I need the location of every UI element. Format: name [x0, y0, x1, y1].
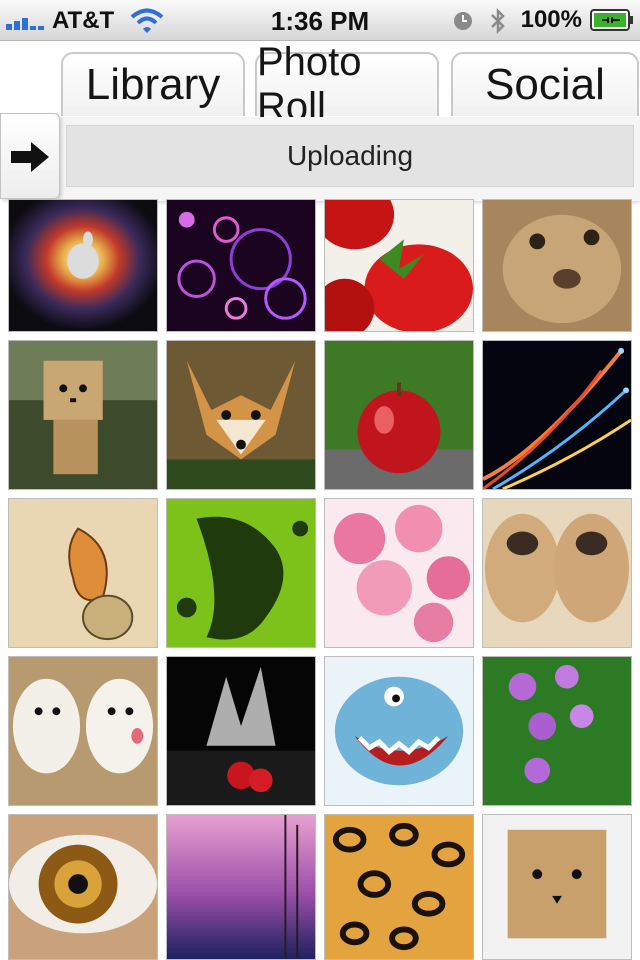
fox-photo-icon: [167, 341, 315, 489]
upload-banner: Uploading: [60, 117, 640, 201]
expand-upload-button[interactable]: [0, 113, 60, 199]
strawberry-photo-icon: [325, 200, 473, 331]
photo-thumbnail[interactable]: [166, 814, 316, 960]
cardboard-robot-photo-icon: [9, 341, 157, 489]
purple-flowers-photo-icon: [483, 657, 631, 805]
upload-status-bar: Uploading: [0, 113, 640, 201]
photo-thumbnail[interactable]: [482, 656, 632, 806]
leaf-drawing-photo-icon: [9, 499, 157, 647]
cartoon-shark-photo-icon: [325, 657, 473, 805]
photo-thumbnail[interactable]: [8, 498, 158, 648]
photo-thumbnail[interactable]: [482, 498, 632, 648]
photo-thumbnail[interactable]: [324, 814, 474, 960]
photo-thumbnail[interactable]: [166, 498, 316, 648]
battery-percentage: 100%: [520, 6, 582, 33]
apple-logo-photo-icon: [9, 200, 157, 331]
purple-bokeh-photo-icon: [167, 200, 315, 331]
status-bar: AT&T 1:36 PM 100%: [0, 0, 640, 41]
water-splash-photo-icon: [167, 657, 315, 805]
lion-cub-photo-icon: [483, 200, 631, 331]
photo-thumbnail[interactable]: [324, 199, 474, 332]
arrow-right-icon: [11, 142, 49, 172]
photo-thumbnail[interactable]: [8, 340, 158, 490]
photo-thumbnail[interactable]: [324, 340, 474, 490]
sunset-photo-icon: [167, 815, 315, 959]
frog-silhouette-photo-icon: [167, 499, 315, 647]
tab-social[interactable]: Social: [451, 52, 639, 116]
photo-thumbnail[interactable]: [482, 340, 632, 490]
photo-thumbnail[interactable]: [482, 814, 632, 960]
alarm-clock-icon: [454, 12, 472, 30]
photo-thumbnail[interactable]: [324, 656, 474, 806]
eye-closeup-photo-icon: [9, 815, 157, 959]
photo-thumbnail[interactable]: [166, 199, 316, 332]
cardboard-box-photo-icon: [483, 815, 631, 959]
photo-thumbnail[interactable]: [324, 498, 474, 648]
shar-pei-puppies-photo-icon: [483, 499, 631, 647]
battery-charging-icon: [590, 9, 633, 31]
tab-photo-roll[interactable]: Photo Roll: [255, 40, 439, 129]
photo-thumbnail[interactable]: [166, 340, 316, 490]
photo-thumbnail[interactable]: [8, 199, 158, 332]
photo-thumbnail[interactable]: [8, 656, 158, 806]
tab-library[interactable]: Library: [61, 52, 245, 116]
photo-thumbnail[interactable]: [482, 199, 632, 332]
upload-label: Uploading: [66, 125, 634, 187]
red-apple-photo-icon: [325, 341, 473, 489]
bluetooth-icon: [491, 7, 505, 35]
photo-thumbnail[interactable]: [166, 656, 316, 806]
tab-bar: Library Photo Roll Social: [0, 40, 640, 129]
leopard-print-photo-icon: [325, 815, 473, 959]
pink-roses-photo-icon: [325, 499, 473, 647]
photo-thumbnail[interactable]: [8, 814, 158, 960]
light-fibers-photo-icon: [483, 341, 631, 489]
white-terriers-photo-icon: [9, 657, 157, 805]
